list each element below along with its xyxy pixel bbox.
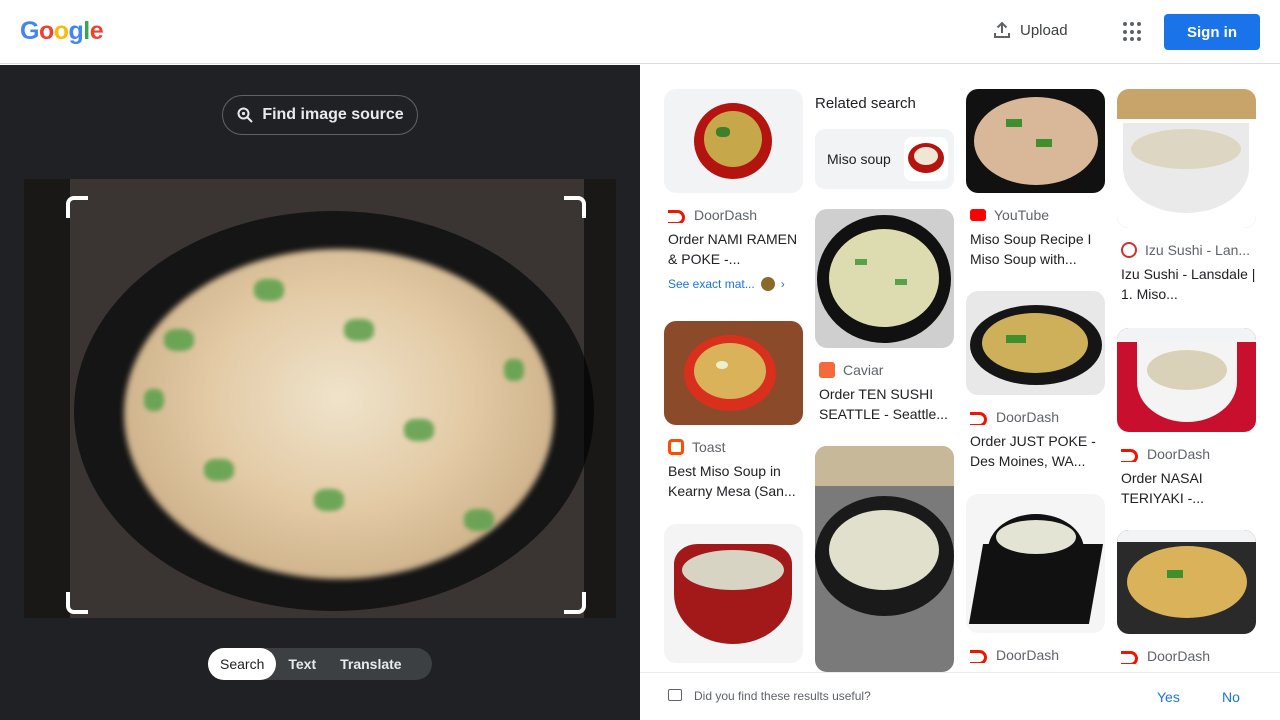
result-thumbnail[interactable] (1117, 530, 1256, 634)
toast-icon (668, 439, 684, 455)
result-card[interactable]: DoorDash (966, 494, 1105, 663)
result-title[interactable]: Best Miso Soup in Kearny Mesa (San... (664, 461, 803, 501)
result-thumbnail[interactable] (966, 89, 1105, 193)
chevron-right-icon: › (780, 277, 785, 291)
result-card[interactable]: DoorDash Order JUST POKE - Des Moines, W… (966, 291, 1105, 471)
result-source: Izu Sushi - Lan... (1145, 242, 1251, 258)
exact-matches-thumb-icon (760, 277, 775, 291)
youtube-icon (970, 209, 986, 221)
query-image (24, 179, 616, 618)
crop-handle-top-right[interactable] (564, 196, 586, 218)
tab-text[interactable]: Text (276, 648, 328, 680)
result-thumbnail[interactable] (664, 321, 803, 425)
crop-handle-bottom-left[interactable] (66, 592, 88, 614)
doordash-icon (970, 411, 988, 425)
related-chip-thumbnail (904, 137, 948, 181)
result-thumbnail[interactable] (966, 291, 1105, 395)
upload-button[interactable]: Upload (992, 20, 1068, 40)
doordash-icon (1121, 650, 1139, 664)
feedback-bar: Did you find these results useful? Yes N… (640, 672, 1280, 720)
doordash-icon (1121, 448, 1139, 462)
lens-search-icon (237, 107, 254, 123)
result-card[interactable] (664, 524, 803, 663)
logo-letter: g (68, 17, 84, 45)
result-card[interactable]: Caviar Order TEN SUSHI SEATTLE - Seattle… (815, 209, 954, 424)
result-title[interactable]: Order JUST POKE - Des Moines, WA... (966, 431, 1105, 471)
top-bar: Google Upload Sign in (0, 0, 1280, 64)
result-thumbnail[interactable] (1117, 89, 1256, 228)
result-source: DoorDash (1147, 446, 1211, 462)
izu-sushi-icon (1121, 242, 1137, 258)
feedback-no-button[interactable]: No (1222, 689, 1240, 705)
result-source: DoorDash (996, 647, 1060, 663)
result-thumbnail[interactable] (1117, 328, 1256, 432)
result-source: Caviar (843, 362, 884, 378)
tab-search[interactable]: Search (208, 648, 277, 680)
result-card[interactable]: Izu Sushi - Lan... Izu Sushi - Lansdale … (1117, 89, 1256, 304)
google-logo[interactable]: Google (20, 17, 104, 46)
result-card[interactable]: YouTube Miso Soup Recipe I Miso Soup wit… (966, 89, 1105, 269)
image-preview-panel: Find image source Search Text Translate (0, 65, 640, 720)
result-card[interactable]: DoorDash (1117, 530, 1256, 664)
mode-tabs: Search Text Translate (208, 648, 432, 680)
result-thumbnail[interactable] (664, 524, 803, 663)
related-search-chip[interactable]: Miso soup (815, 129, 954, 189)
result-thumbnail[interactable] (966, 494, 1105, 633)
logo-letter: e (89, 17, 104, 45)
sign-in-button[interactable]: Sign in (1164, 14, 1260, 50)
result-source: DoorDash (996, 409, 1060, 425)
tab-translate[interactable]: Translate (328, 648, 413, 680)
doordash-icon (970, 649, 988, 663)
upload-label: Upload (1020, 21, 1068, 39)
result-source: Toast (692, 439, 726, 455)
logo-letter: o (53, 17, 69, 45)
result-title[interactable]: Izu Sushi - Lansdale | 1. Miso... (1117, 264, 1256, 304)
related-chip-label: Miso soup (827, 151, 891, 167)
result-title[interactable]: Order NAMI RAMEN & POKE -... (664, 229, 803, 269)
crop-handle-top-left[interactable] (66, 196, 88, 218)
upload-icon (994, 21, 1010, 38)
result-source: DoorDash (694, 207, 758, 223)
result-source: DoorDash (1147, 648, 1211, 664)
result-thumbnail[interactable] (815, 209, 954, 348)
exact-matches-label: See exact mat... (668, 277, 755, 291)
feedback-icon (668, 689, 682, 701)
caviar-icon (819, 362, 835, 378)
result-title[interactable]: Order NASAI TERIYAKI -... (1117, 468, 1256, 508)
doordash-icon (668, 209, 686, 223)
result-card[interactable]: DoorDash Order NAMI RAMEN & POKE -... Se… (664, 89, 803, 291)
find-image-source-label: Find image source (262, 106, 404, 123)
find-image-source-button[interactable]: Find image source (222, 95, 418, 135)
result-card[interactable]: Toast Best Miso Soup in Kearny Mesa (San… (664, 321, 803, 501)
result-source: YouTube (994, 207, 1050, 223)
result-card[interactable] (815, 446, 954, 672)
related-search-heading: Related search (815, 95, 916, 112)
visual-matches-grid: DoorDash Order NAMI RAMEN & POKE -... Se… (640, 65, 1280, 672)
feedback-yes-button[interactable]: Yes (1157, 689, 1180, 705)
apps-grid-icon[interactable] (1120, 20, 1144, 44)
result-card[interactable]: DoorDash Order NASAI TERIYAKI -... (1117, 328, 1256, 508)
logo-letter: G (20, 17, 39, 45)
result-title[interactable]: Miso Soup Recipe I Miso Soup with... (966, 229, 1105, 269)
result-thumbnail[interactable] (664, 89, 803, 193)
result-title[interactable]: Order TEN SUSHI SEATTLE - Seattle... (815, 384, 954, 424)
crop-handle-bottom-right[interactable] (564, 592, 586, 614)
result-thumbnail[interactable] (815, 446, 954, 672)
see-exact-matches-link[interactable]: See exact mat... › (664, 277, 803, 291)
feedback-question: Did you find these results useful? (694, 689, 871, 703)
logo-letter: o (38, 17, 54, 45)
